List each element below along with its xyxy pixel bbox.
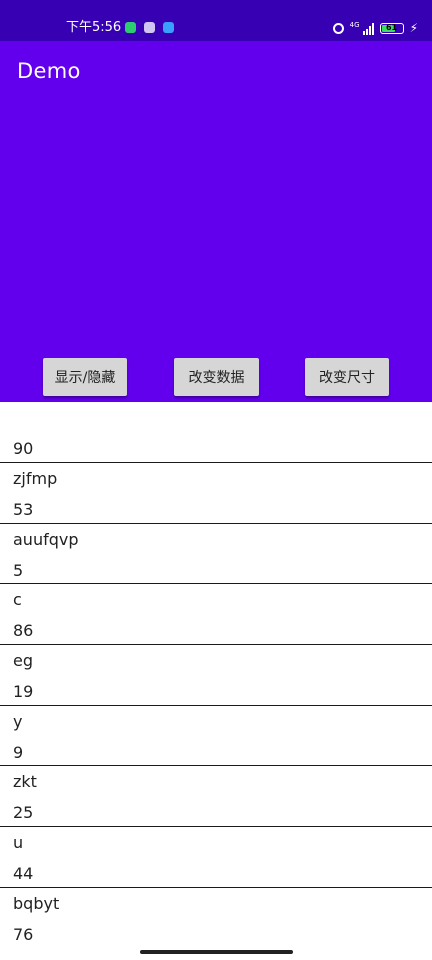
item-name: bqbyt <box>13 893 60 913</box>
charging-icon: ⚡ <box>409 21 418 35</box>
item-number: 25 <box>13 803 34 823</box>
item-name: auufqvp <box>13 529 79 549</box>
change-size-button[interactable]: 改变尺寸 <box>305 358 389 396</box>
list-item[interactable]: u 44 <box>0 827 432 888</box>
list-item[interactable]: zjfmp 53 <box>0 463 432 524</box>
item-number: 19 <box>13 682 34 702</box>
item-number: 9 <box>13 742 24 762</box>
list-item[interactable]: bqbyt 76 <box>0 888 432 949</box>
list-item[interactable]: c 86 <box>0 584 432 646</box>
item-number: 86 <box>13 621 34 641</box>
alarm-icon <box>332 22 344 34</box>
item-number: 5 <box>13 560 24 580</box>
network-type-label: 4G <box>349 20 360 29</box>
list-item[interactable]: 90 <box>0 402 432 463</box>
wechat-notification-icon <box>125 22 136 33</box>
app-title: Demo <box>17 59 81 83</box>
battery-level: 61 <box>385 22 398 32</box>
item-name: y <box>13 711 23 731</box>
list-item[interactable]: zkt 25 <box>0 766 432 828</box>
signal-icon: 4G <box>349 20 374 35</box>
list-item[interactable]: eg 19 <box>0 645 432 706</box>
status-icons: 4G 61 ⚡ <box>332 19 418 37</box>
item-name: eg <box>13 651 33 671</box>
item-name: zjfmp <box>13 469 58 488</box>
item-name: c <box>13 590 22 610</box>
battery-icon: 61 <box>379 22 404 34</box>
item-number: 44 <box>13 864 34 884</box>
gallery-notification-icon <box>144 22 155 33</box>
status-time: 下午5:56 <box>66 20 122 35</box>
item-name: u <box>13 833 24 853</box>
status-bar: 下午5:56 4G 61 ⚡ <box>0 0 432 41</box>
item-number: 76 <box>13 924 34 944</box>
item-name: zkt <box>13 772 37 792</box>
toggle-visibility-button[interactable]: 显示/隐藏 <box>43 358 127 396</box>
item-number: 53 <box>13 500 34 519</box>
list-item[interactable]: auufqvp 5 <box>0 524 432 585</box>
message-notification-icon <box>163 22 174 33</box>
change-data-button[interactable]: 改变数据 <box>174 358 259 396</box>
home-indicator[interactable] <box>140 950 293 954</box>
app-bar: Demo 显示/隐藏 改变数据 改变尺寸 <box>0 41 432 402</box>
item-list[interactable]: 90 zjfmp 53 auufqvp 5 c 86 eg 19 y 9 zkt… <box>0 402 432 949</box>
list-item[interactable]: y 9 <box>0 706 432 767</box>
item-number: 90 <box>13 439 34 458</box>
